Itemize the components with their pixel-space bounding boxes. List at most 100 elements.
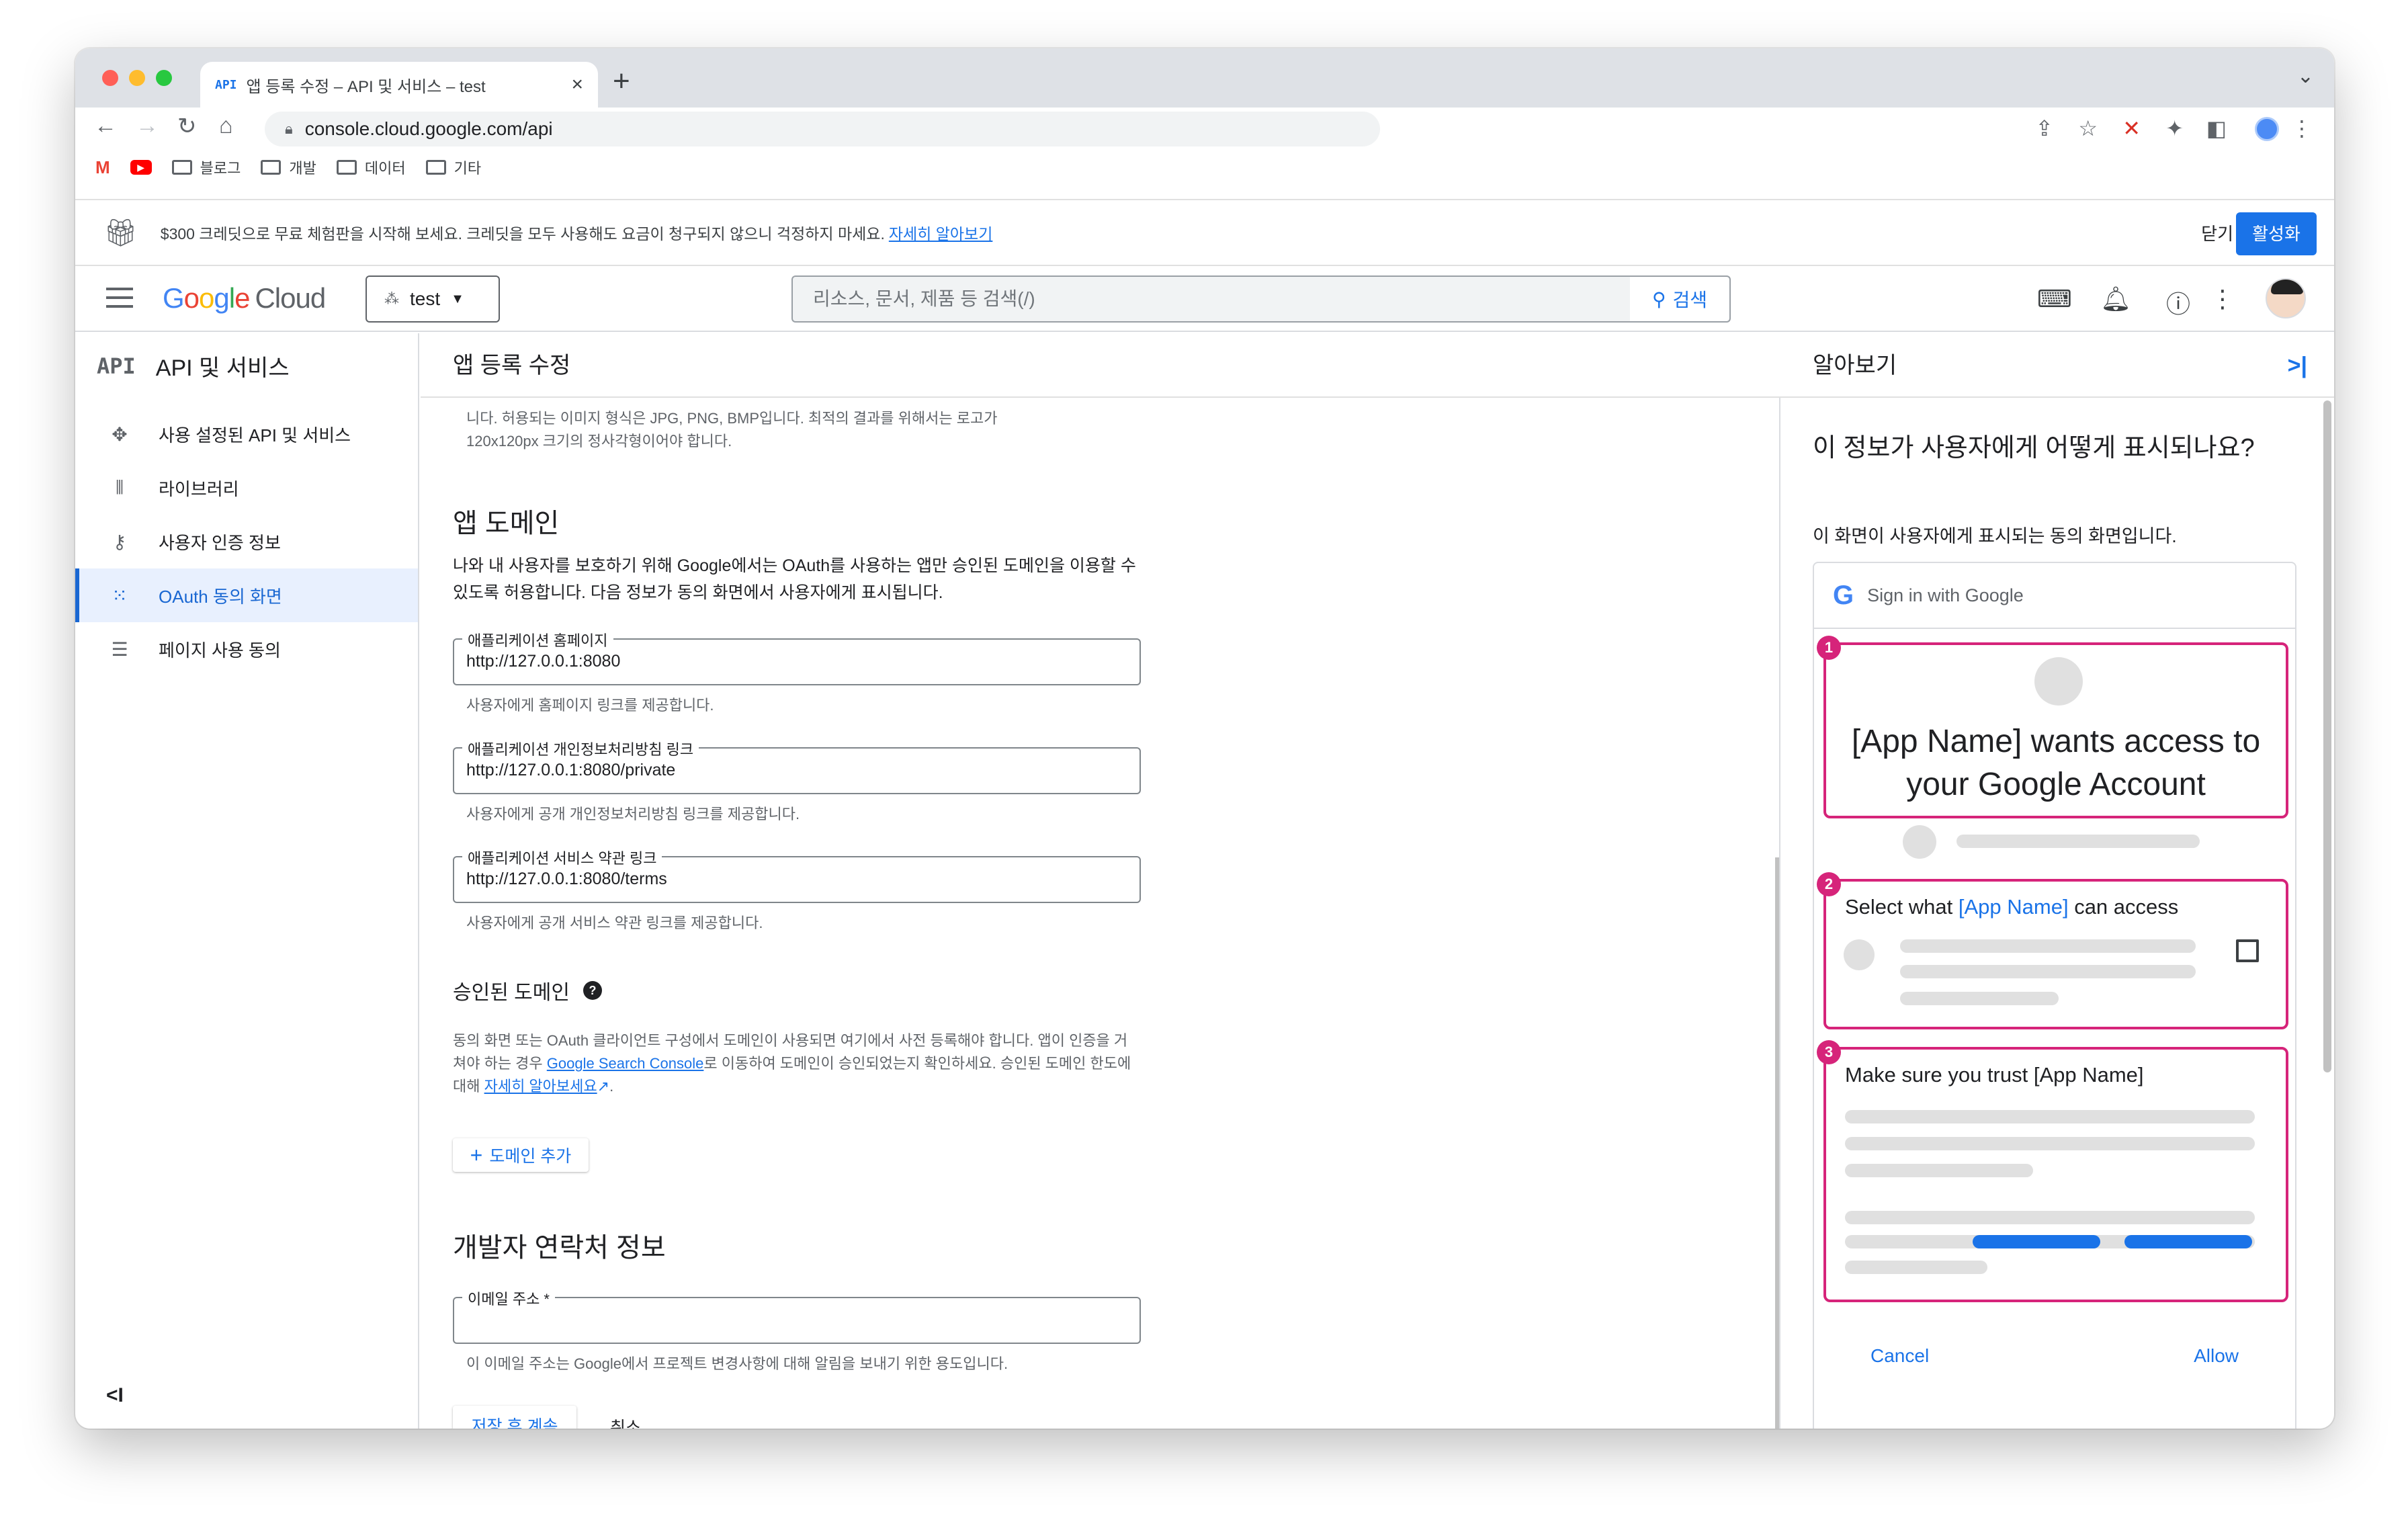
tab-strip: API 앱 등록 수정 – API 및 서비스 – test × + ⌄ bbox=[75, 48, 2334, 108]
consent-icon: ⁙ bbox=[112, 585, 128, 606]
add-domain-button[interactable]: + 도메인 추가 bbox=[453, 1138, 589, 1172]
notifications-bell-icon[interactable]: 🔔︎ bbox=[2100, 285, 2131, 313]
console-header: GoogleCloud ⁂ test ▼ ⚲검색 ⌨ 🔔︎ ⓘ ⋮ bbox=[75, 267, 2334, 332]
learn-panel-desc: 이 화면이 사용자에게 표시되는 동의 화면입니다. bbox=[1813, 526, 2177, 546]
learn-more-link[interactable]: 자세히 알아보기 bbox=[889, 225, 993, 243]
field-label: 애플리케이션 서비스 약관 링크 bbox=[462, 847, 662, 868]
more-options-icon[interactable]: ⋮ bbox=[2210, 285, 2235, 313]
learn-panel: 알아보기 >| 이 정보가 사용자에게 어떻게 표시되나요? 이 화면이 사용자… bbox=[1779, 333, 2334, 1429]
learn-more-link[interactable]: 자세히 알아보세요 bbox=[484, 1078, 597, 1095]
maximize-window-button[interactable] bbox=[156, 70, 172, 86]
app-domain-heading: 앱 도메인 bbox=[453, 509, 560, 538]
placeholder-bar bbox=[1900, 992, 2059, 1005]
tab-title: 앱 등록 수정 – API 및 서비스 – test bbox=[246, 77, 486, 96]
bookmark-folder-etc[interactable]: 기타 bbox=[425, 157, 482, 178]
email-field[interactable]: 이메일 주소 * bbox=[453, 1287, 1141, 1344]
google-g-icon: G bbox=[1833, 580, 1854, 610]
terms-of-service-field[interactable]: 애플리케이션 서비스 약관 링크 http://127.0.0.1:8080/t… bbox=[453, 847, 1141, 903]
tab-close-icon[interactable]: × bbox=[571, 73, 583, 96]
browser-toolbar: ← → ↻ ⌂ 🔒︎ console.cloud.google.com/api … bbox=[75, 108, 2334, 151]
youtube-icon[interactable]: ▶ bbox=[130, 160, 152, 175]
placeholder-bar bbox=[1900, 939, 2196, 953]
homepage-field[interactable]: 애플리케이션 홈페이지 http://127.0.0.1:8080 bbox=[453, 629, 1141, 685]
search-button[interactable]: ⚲ 검색 bbox=[1630, 277, 1729, 321]
bookmark-label: 기타 bbox=[454, 160, 482, 177]
address-bar[interactable]: 🔒︎ console.cloud.google.com/api bbox=[265, 112, 1380, 146]
back-icon[interactable]: ← bbox=[94, 113, 117, 139]
cancel-button[interactable]: 취소 bbox=[610, 1414, 641, 1429]
authorized-domains-desc: 동의 화면 또는 OAuth 클라이언트 구성에서 도메인이 사용되면 여기에서… bbox=[453, 1032, 1131, 1095]
collapse-nav-icon[interactable]: <I bbox=[106, 1384, 124, 1407]
home-icon[interactable]: ⌂ bbox=[219, 113, 233, 139]
menu-icon[interactable] bbox=[106, 288, 133, 314]
close-window-button[interactable] bbox=[102, 70, 118, 86]
url-text: console.cloud.google.com/api bbox=[304, 118, 553, 139]
bookmark-folder-dev[interactable]: 개발 bbox=[261, 157, 316, 178]
lock-icon: 🔒︎ bbox=[285, 120, 293, 137]
account-avatar[interactable] bbox=[2266, 278, 2306, 319]
library-icon: ⦀ bbox=[115, 476, 124, 498]
tab-search-icon[interactable]: ⌄ bbox=[2297, 65, 2314, 88]
gmail-icon[interactable]: M bbox=[95, 157, 110, 178]
placeholder-bar bbox=[1845, 1137, 2255, 1150]
forward-icon[interactable]: → bbox=[136, 113, 159, 139]
field-hint: 사용자에게 공개 개인정보처리방침 링크를 제공합니다. bbox=[466, 806, 800, 822]
bookmark-folder-data[interactable]: 데이터 bbox=[336, 157, 406, 178]
field-label: 애플리케이션 홈페이지 bbox=[462, 629, 613, 650]
learn-panel-scrollbar[interactable] bbox=[2323, 400, 2331, 1072]
nav-item-page-usage-agreement[interactable]: ☰ 페이지 사용 동의 bbox=[75, 622, 418, 676]
preview-box-1: 1 [App Name] wants access to your Google… bbox=[1817, 636, 2288, 818]
project-picker[interactable]: ⁂ test ▼ bbox=[366, 275, 500, 323]
dropdown-arrow-icon: ▼ bbox=[451, 291, 464, 306]
link-placeholder-bar bbox=[2124, 1235, 2252, 1248]
preview-header: G Sign in with Google bbox=[1814, 563, 2295, 629]
extensions-puzzle-icon[interactable]: ✦ bbox=[2165, 116, 2184, 141]
banner-close-button[interactable]: 닫기 bbox=[2201, 220, 2233, 245]
help-question-icon[interactable]: ? bbox=[583, 981, 602, 1000]
app-domain-desc: 나와 내 사용자를 보호하기 위해 Google에서는 OAuth를 사용하는 … bbox=[453, 556, 1136, 602]
search-input[interactable] bbox=[793, 277, 1631, 321]
collapse-panel-icon[interactable]: >| bbox=[2288, 333, 2307, 398]
account-placeholder-icon bbox=[1903, 825, 1936, 859]
field-value[interactable]: http://127.0.0.1:8080/private bbox=[466, 761, 675, 780]
help-icon[interactable]: ⓘ bbox=[2166, 285, 2190, 320]
extension-x-icon[interactable]: ✕ bbox=[2122, 116, 2141, 141]
activate-button[interactable]: 활성화 bbox=[2236, 212, 2317, 255]
scope-checkbox[interactable] bbox=[2236, 939, 2259, 962]
side-panel-icon[interactable]: ◧ bbox=[2206, 116, 2227, 141]
nav-item-enabled-apis[interactable]: ✥ 사용 설정된 API 및 서비스 bbox=[75, 407, 418, 461]
field-label: 애플리케이션 개인정보처리방침 링크 bbox=[462, 738, 699, 759]
preview-select-access-text: Select what [App Name] can access bbox=[1845, 895, 2179, 919]
browser-tab[interactable]: API 앱 등록 수정 – API 및 서비스 – test × bbox=[200, 62, 598, 108]
cloud-shell-icon[interactable]: ⌨ bbox=[2037, 285, 2072, 313]
bookmark-folder-blog[interactable]: 블로그 bbox=[171, 157, 241, 178]
nav-item-library[interactable]: ⦀ 라이브러리 bbox=[75, 461, 418, 515]
profile-icon[interactable] bbox=[2255, 117, 2279, 141]
nav-item-credentials[interactable]: ⚷ 사용자 인증 정보 bbox=[75, 515, 418, 568]
minimize-window-button[interactable] bbox=[129, 70, 145, 86]
field-label: 이메일 주소 * bbox=[462, 1287, 555, 1309]
folder-icon bbox=[171, 160, 192, 175]
link-placeholder-bar bbox=[1973, 1235, 2100, 1248]
field-value[interactable]: http://127.0.0.1:8080/terms bbox=[466, 869, 667, 889]
external-link-icon: ↗ bbox=[597, 1078, 610, 1095]
nav-item-oauth-consent[interactable]: ⁙ OAuth 동의 화면 bbox=[75, 568, 418, 622]
field-value[interactable]: http://127.0.0.1:8080 bbox=[466, 652, 620, 671]
privacy-policy-field[interactable]: 애플리케이션 개인정보처리방침 링크 http://127.0.0.1:8080… bbox=[453, 738, 1141, 794]
step-badge: 3 bbox=[1817, 1040, 1841, 1064]
placeholder-bar bbox=[1845, 1211, 2255, 1224]
nav-title-text: API 및 서비스 bbox=[155, 355, 290, 381]
save-and-continue-button[interactable]: 저장 후 계속 bbox=[453, 1406, 576, 1429]
bookmark-label: 데이터 bbox=[364, 160, 406, 177]
search-bar: ⚲검색 bbox=[791, 275, 1731, 323]
bookmark-star-icon[interactable]: ☆ bbox=[2078, 116, 2098, 141]
browser-menu-icon[interactable]: ⋮ bbox=[2291, 116, 2313, 141]
api-favicon-icon: API bbox=[215, 77, 237, 92]
google-cloud-logo[interactable]: Google Cloud bbox=[163, 282, 326, 314]
new-tab-button[interactable]: + bbox=[613, 65, 630, 98]
preview-allow-button: Allow bbox=[2194, 1345, 2239, 1366]
field-hint: 사용자에게 공개 서비스 약관 링크를 제공합니다. bbox=[466, 915, 763, 931]
search-console-link[interactable]: Google Search Console bbox=[547, 1055, 704, 1072]
share-icon[interactable]: ⇪ bbox=[2035, 116, 2053, 141]
reload-icon[interactable]: ↻ bbox=[177, 113, 197, 140]
